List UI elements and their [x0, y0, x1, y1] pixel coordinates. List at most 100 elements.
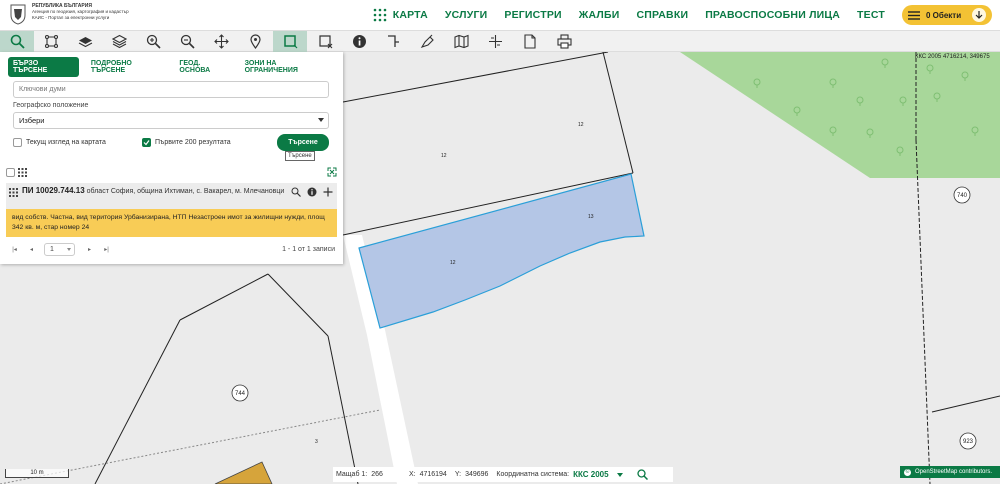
search-tool[interactable] [0, 31, 34, 52]
select-all-checkbox[interactable] [6, 168, 15, 177]
objects-count: 0 Обекти [926, 10, 962, 20]
info-icon[interactable] [306, 186, 318, 198]
search-button[interactable]: Търсене [277, 134, 329, 151]
pin-tool[interactable] [238, 31, 272, 52]
scale-bar: 10 m [5, 469, 69, 478]
osm-attribution-text: OpenStreetMap contributors. [915, 469, 993, 475]
scale-label: Мащаб 1: [336, 471, 368, 478]
select-rect-tool[interactable] [273, 31, 307, 52]
search-tabs: БЪРЗО ТЪРСЕНЕ ПОДРОБНО ТЪРСЕНЕ ГЕОД. ОСН… [8, 57, 343, 77]
results-header [6, 167, 337, 179]
current-view-label: Текущ изглед на картата [26, 139, 106, 146]
apps-grid-icon[interactable] [373, 8, 387, 22]
zoom-in-tool[interactable] [136, 31, 170, 52]
x-value: 4716194 [419, 471, 447, 478]
nav-test[interactable]: ТЕСТ [857, 9, 885, 21]
parcel-label: 12 [441, 153, 447, 159]
records-total: 1 - 1 от 1 записи [282, 245, 335, 253]
layer-stack-tool[interactable] [102, 31, 136, 52]
layers-tool[interactable] [68, 31, 102, 52]
result-item[interactable]: ПИ 10029.744.13 област София, община Ихт… [6, 183, 337, 237]
measure-icon [387, 35, 399, 47]
print-icon [556, 34, 572, 49]
next-page-icon[interactable]: ▸ [85, 245, 94, 254]
agency-logo[interactable]: РЕПУБЛИКА БЪЛГАРИЯ Агенция по геодезия, … [8, 3, 129, 25]
draw-tool[interactable] [410, 31, 444, 52]
scale-value[interactable]: 266 [371, 471, 383, 478]
grid-icon [9, 188, 18, 197]
tab-geodetic-base[interactable]: ГЕОД. ОСНОВА [179, 60, 232, 74]
nav-registers[interactable]: РЕГИСТРИ [504, 9, 561, 21]
result-location: област София, община Ихтиман, с. Вакарел… [86, 188, 285, 195]
nav-reports[interactable]: СПРАВКИ [636, 9, 688, 21]
status-bar: Мащаб 1: 266 X: 4716194 Y: 349696 Коорди… [333, 467, 673, 482]
map-view-tool[interactable] [444, 31, 478, 52]
top-coordinate-readout: ККС 2005 4716214, 349675 [915, 54, 990, 60]
prev-page-icon[interactable]: ◂ [27, 245, 36, 254]
y-value: 349696 [465, 471, 489, 478]
select-clear-tool[interactable] [308, 31, 342, 52]
geo-location-select[interactable]: Избери [13, 112, 329, 129]
geo-location-value: Избери [19, 116, 45, 125]
result-id: ПИ 10029.744.13 [22, 186, 85, 195]
coat-of-arms-icon [10, 4, 26, 25]
layer-tree-tool[interactable] [34, 31, 68, 52]
search-icon [10, 34, 25, 49]
osm-attribution[interactable]: © OpenStreetMap contributors. [900, 466, 1000, 478]
tab-restriction-zones[interactable]: ЗОНИ НА ОГРАНИЧЕНИЯ [245, 60, 331, 74]
result-description: вид собств. Частна, вид територия Урбани… [6, 209, 337, 237]
print-tool[interactable] [547, 31, 581, 52]
zoom-out-icon [180, 34, 195, 49]
zoom-out-tool[interactable] [170, 31, 204, 52]
select-rect-icon [283, 35, 297, 49]
pan-tool[interactable] [204, 31, 238, 52]
measure-tool[interactable] [376, 31, 410, 52]
search-panel: БЪРЗО ТЪРСЕНЕ ПОДРОБНО ТЪРСЕНЕ ГЕОД. ОСН… [0, 52, 343, 264]
expand-icon[interactable] [327, 167, 337, 177]
main-nav: КАРТА УСЛУГИ РЕГИСТРИ ЖАЛБИ СПРАВКИ ПРАВ… [373, 0, 1000, 30]
app-header: РЕПУБЛИКА БЪЛГАРИЯ Агенция по геодезия, … [0, 0, 1000, 30]
add-icon[interactable] [322, 186, 334, 198]
page-select[interactable]: 1 [44, 242, 75, 256]
grid-icon[interactable] [18, 168, 27, 177]
map-icon [453, 34, 469, 49]
zoom-to-icon[interactable] [290, 186, 302, 198]
nav-complaints[interactable]: ЖАЛБИ [579, 9, 620, 21]
nav-map[interactable]: КАРТА [393, 9, 428, 21]
last-page-icon[interactable]: ▸| [102, 245, 111, 254]
first-200-checkbox[interactable]: Първите 200 резултата [142, 138, 231, 147]
keywords-input[interactable] [13, 81, 329, 98]
coords-tool[interactable] [478, 31, 512, 52]
layer-stack-icon [111, 34, 127, 49]
checkmark-icon [143, 140, 150, 146]
tab-quick-search[interactable]: БЪРЗО ТЪРСЕНЕ [8, 57, 79, 77]
parcel-label: 3 [315, 439, 318, 445]
coord-system-dropdown-icon[interactable] [616, 472, 623, 477]
chevron-down-icon [67, 247, 71, 251]
copyright-icon: © [904, 468, 911, 476]
layers-icon [78, 37, 92, 48]
checkbox-unchecked [13, 138, 22, 147]
block-number: 740 [957, 193, 968, 199]
parcel-label: 12 [578, 122, 584, 128]
checkbox-checked [142, 138, 151, 147]
pagination: |◂ ◂ 1 ▸ ▸| 1 - 1 от 1 записи [10, 242, 335, 256]
page-value: 1 [50, 245, 54, 253]
current-view-checkbox[interactable]: Текущ изглед на картата [13, 138, 106, 147]
tab-advanced-search[interactable]: ПОДРОБНО ТЪРСЕНЕ [91, 60, 168, 74]
parcel-label: 13 [588, 214, 594, 220]
first-page-icon[interactable]: |◂ [10, 245, 19, 254]
nav-licensed-persons[interactable]: ПРАВОСПОСОБНИ ЛИЦА [705, 9, 840, 21]
coord-system-value[interactable]: ККС 2005 [573, 470, 608, 479]
block-number: 744 [235, 391, 246, 397]
info-tool[interactable] [342, 31, 376, 52]
result-title: ПИ 10029.744.13 област София, община Ихт… [22, 186, 292, 197]
nav-services[interactable]: УСЛУГИ [445, 9, 487, 21]
coord-search-icon[interactable] [636, 469, 648, 480]
result-actions [286, 186, 334, 198]
objects-button[interactable]: 0 Обекти [902, 5, 992, 25]
pan-icon [213, 34, 229, 49]
y-label: Y: [454, 471, 462, 478]
document-tool[interactable] [512, 31, 546, 52]
dropdown-arrow-icon [318, 118, 324, 122]
